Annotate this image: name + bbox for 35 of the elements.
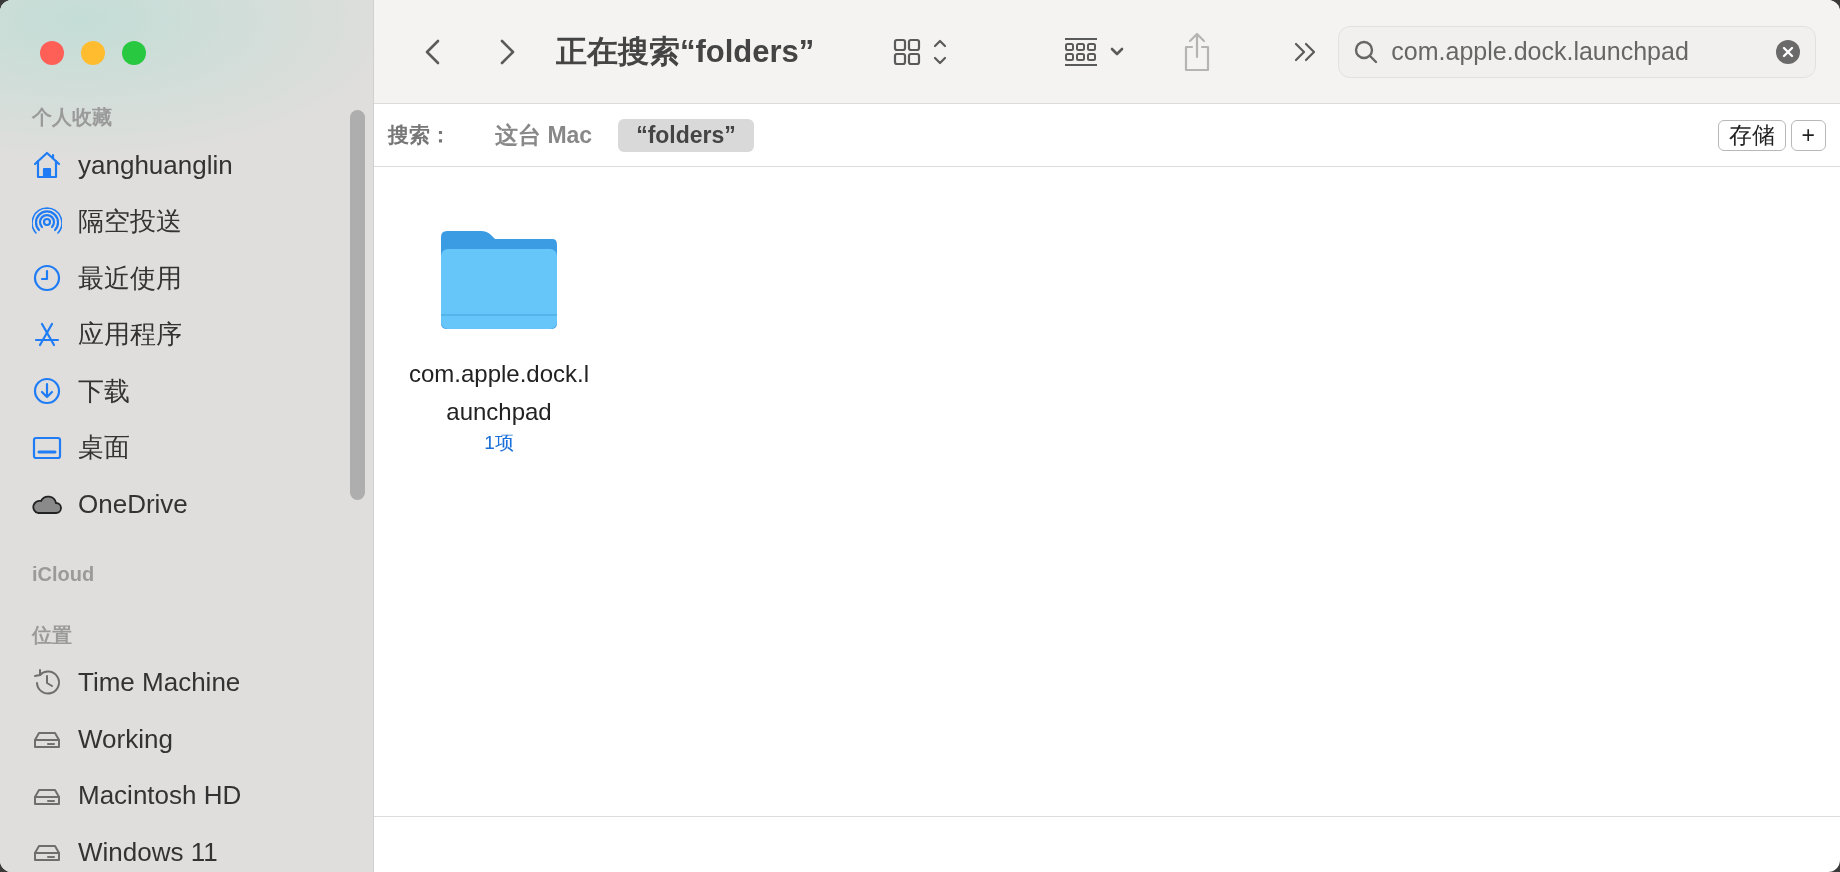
sidebar-item[interactable]: Working (78, 723, 173, 755)
sidebar-item[interactable]: 隔空投送 (78, 204, 182, 240)
file-name[interactable]: aunchpad (446, 393, 552, 431)
file-name[interactable]: com.apple.dock.l (408, 355, 590, 393)
download-icon (32, 376, 62, 407)
item-count: 1项 (484, 431, 514, 455)
scope-button[interactable]: “folders” (618, 118, 754, 152)
zoom-button[interactable] (122, 41, 146, 65)
sidebar-item[interactable]: yanghuanglin (78, 149, 233, 181)
clock-icon (32, 263, 62, 294)
search-field[interactable]: com.apple.dock.launchpad (1338, 25, 1817, 78)
sidebar-item[interactable]: Macintosh HD (78, 780, 242, 812)
sidebar-item[interactable]: Windows 11 (78, 836, 218, 868)
window-title: 正在搜索“folders” (556, 32, 815, 71)
search-icon (1353, 38, 1380, 65)
sidebar-item[interactable]: 桌面 (78, 430, 130, 466)
house-icon (32, 150, 62, 181)
close-button[interactable] (40, 41, 64, 65)
section-header: 个人收藏 (31, 105, 113, 130)
scope-button[interactable]: 这台 Mac (477, 116, 611, 154)
scope-label: 搜索： (388, 122, 451, 148)
sidebar-item[interactable]: Time Machine (78, 667, 241, 699)
section-header: 位置 (31, 622, 73, 648)
add-button[interactable]: + (1790, 119, 1826, 151)
sidebar-item[interactable]: OneDrive (78, 488, 188, 520)
section-header: iCloud (31, 561, 96, 587)
clear-icon[interactable] (1775, 38, 1802, 65)
search-input[interactable]: com.apple.dock.launchpad (1391, 37, 1776, 66)
history-icon (32, 667, 62, 698)
airdrop-icon (32, 206, 62, 237)
save-button[interactable]: 存储 (1717, 119, 1786, 151)
sidebar-item[interactable]: 应用程序 (78, 317, 182, 353)
scrollbar[interactable] (350, 110, 365, 500)
sidebar-item[interactable]: 下载 (78, 373, 130, 409)
sidebar-item[interactable]: 最近使用 (78, 260, 182, 296)
